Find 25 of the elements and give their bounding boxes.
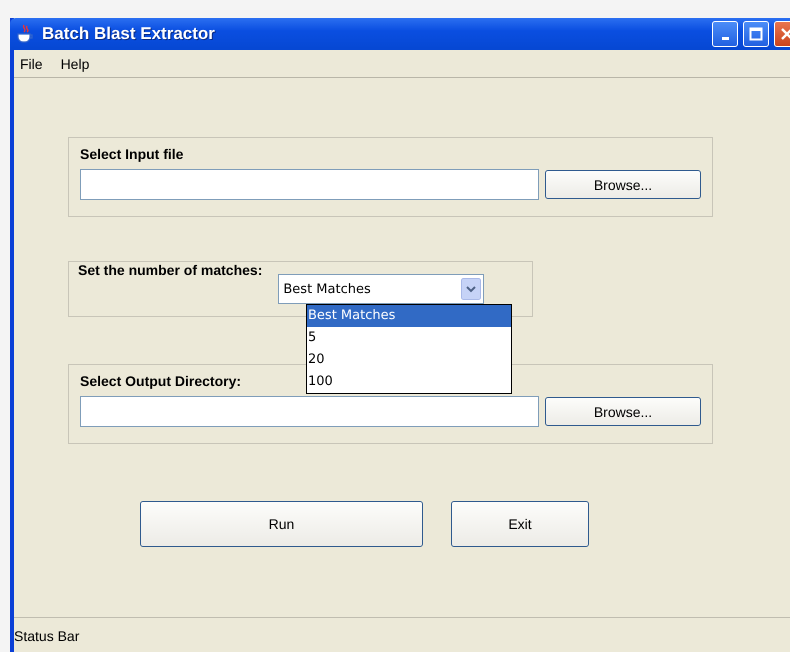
dropdown-option[interactable]: Best Matches bbox=[307, 305, 511, 327]
coffee-cup-icon bbox=[16, 24, 34, 44]
dropdown-option[interactable]: 100 bbox=[307, 371, 511, 393]
menu-item[interactable]: File bbox=[20, 56, 43, 72]
menu-item[interactable]: Help bbox=[60, 56, 90, 72]
maximize-button[interactable] bbox=[743, 21, 769, 47]
browse-button[interactable]: Browse... bbox=[545, 170, 701, 199]
output-directory-field[interactable] bbox=[80, 396, 539, 427]
window-title: Batch Blast Extractor bbox=[42, 24, 215, 44]
status-text: Status Bar bbox=[14, 628, 80, 644]
exit-button[interactable]: Exit bbox=[451, 501, 589, 547]
browse-button[interactable]: Browse... bbox=[545, 397, 701, 426]
minimize-button[interactable] bbox=[712, 21, 738, 47]
matches-label: Set the number of matches: bbox=[78, 262, 262, 278]
output-directory-label: Select Output Directory: bbox=[80, 373, 242, 389]
maximize-icon bbox=[749, 27, 763, 41]
run-button[interactable]: Run bbox=[140, 501, 423, 547]
chevron-down-icon bbox=[461, 278, 482, 300]
close-icon bbox=[780, 27, 790, 41]
input-file-field[interactable] bbox=[80, 169, 539, 200]
matches-dropdown[interactable]: Best Matches bbox=[278, 274, 484, 304]
minimize-icon bbox=[722, 36, 728, 40]
dropdown-option[interactable]: 20 bbox=[307, 349, 511, 371]
input-file-label: Select Input file bbox=[80, 146, 184, 162]
dropdown-option[interactable]: 5 bbox=[307, 327, 511, 349]
